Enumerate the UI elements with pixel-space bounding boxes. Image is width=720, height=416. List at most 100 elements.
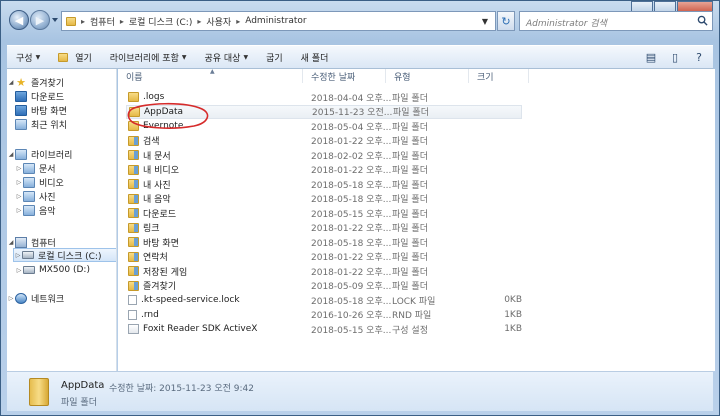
file-row[interactable]: 내 음악 2018-05-18 오후... 파일 폴더 (126, 192, 522, 206)
nav-favorites-label: 즐겨찾기 (31, 78, 65, 89)
expand-toggle-icon[interactable]: ▷ (15, 179, 23, 186)
folder-icon (128, 179, 139, 189)
preview-pane-icon[interactable]: ▯ (667, 49, 683, 65)
expand-toggle-icon[interactable]: ▷ (15, 165, 23, 172)
file-row[interactable]: 바탕 화면 2018-05-18 오후... 파일 폴더 (126, 235, 522, 249)
back-button[interactable]: ◀ (9, 10, 29, 30)
file-name: 다운로드 (143, 209, 177, 220)
file-row[interactable]: 즐겨찾기 2018-05-09 오후... 파일 폴더 (126, 279, 522, 293)
forward-button[interactable]: ▶ (30, 10, 50, 30)
file-row[interactable]: .logs 2018-04-04 오후... 파일 폴더 (126, 90, 522, 104)
expand-toggle-icon[interactable]: ▷ (15, 267, 23, 274)
expand-toggle-icon[interactable]: ▷ (15, 207, 23, 214)
burn-label: 굽기 (266, 53, 283, 64)
nav-computer[interactable]: ◢ 컴퓨터 (7, 235, 56, 249)
nav-favorites[interactable]: ◢ ★ 즐겨찾기 (7, 75, 64, 89)
nav-pictures[interactable]: ▷ 사진 (15, 189, 56, 203)
chevron-icon: ▸ (236, 16, 241, 26)
address-bar[interactable]: ▸ 컴퓨터 ▸ 로컬 디스크 (C:) ▸ 사용자 ▸ Administrato… (61, 11, 496, 31)
file-type: 파일 폴더 (392, 166, 428, 176)
help-icon[interactable]: ? (691, 49, 707, 65)
music-icon (23, 204, 35, 216)
file-row[interactable]: 저장된 게임 2018-01-22 오후... 파일 폴더 (126, 264, 522, 278)
column-header-date[interactable]: 수정한 날짜 (303, 69, 386, 83)
burn-button[interactable]: 굽기 (257, 46, 292, 68)
nav-documents[interactable]: ▷ 문서 (15, 161, 56, 175)
file-row[interactable]: .kt-speed-service.lock 2018-05-18 오후... LO… (126, 293, 522, 307)
breadcrumb-computer[interactable]: 컴퓨터 (88, 15, 117, 28)
folder-icon (128, 135, 139, 146)
column-header-name[interactable]: 이름 ▲ (118, 69, 303, 83)
nav-libraries[interactable]: ◢ 라이브러리 (7, 147, 72, 161)
nav-music[interactable]: ▷ 음악 (15, 203, 56, 217)
column-header-size[interactable]: 크기 (469, 69, 529, 83)
file-name-cell: Foxit Reader SDK ActiveX (128, 324, 257, 334)
file-icon (128, 295, 137, 305)
nav-network[interactable]: ▷ 네트워크 (7, 291, 64, 305)
file-name: .kt-speed-service.lock (141, 295, 240, 305)
file-date: 2018-05-18 오후... (311, 195, 392, 205)
search-input[interactable]: Administrator 검색 (519, 11, 713, 31)
file-name-cell: 다운로드 (128, 207, 176, 220)
address-dropdown-icon[interactable]: ▼ (477, 14, 493, 28)
column-header-type[interactable]: 유형 (386, 69, 469, 83)
view-options-icon[interactable]: ▤ (643, 49, 659, 65)
organize-button[interactable]: 구성 ▼ (7, 46, 49, 68)
expand-toggle-icon[interactable]: ◢ (7, 239, 15, 246)
file-name: 검색 (143, 137, 160, 147)
file-name-cell: 즐겨찾기 (128, 279, 176, 292)
folder-icon (128, 121, 139, 131)
file-row[interactable]: .rnd 2016-10-26 오후... RND 파일 1KB (126, 308, 522, 322)
file-row[interactable]: 내 비디오 2018-01-22 오후... 파일 폴더 (126, 163, 522, 177)
file-row[interactable]: 링크 2018-01-22 오후... 파일 폴더 (126, 221, 522, 235)
nav-videos[interactable]: ▷ 비디오 (15, 175, 64, 189)
nav-desktop[interactable]: 바탕 화면 (15, 103, 67, 117)
nav-music-label: 음악 (39, 206, 56, 217)
breadcrumb-local-disk[interactable]: 로컬 디스크 (C:) (127, 15, 194, 28)
nav-downloads[interactable]: 다운로드 (15, 89, 64, 103)
file-name: 연락처 (143, 253, 168, 263)
breadcrumb-administrator[interactable]: Administrator (243, 16, 308, 26)
expand-toggle-icon[interactable]: ▷ (14, 252, 22, 259)
refresh-button[interactable]: ↻ (497, 11, 515, 31)
file-name: 내 음악 (143, 195, 171, 205)
expand-toggle-icon[interactable]: ◢ (7, 79, 15, 86)
share-with-button[interactable]: 공유 대상 ▼ (195, 46, 257, 68)
file-name: Foxit Reader SDK ActiveX (143, 324, 258, 334)
open-button[interactable]: 열기 (49, 46, 101, 68)
file-row[interactable]: AppData 2015-11-23 오전... 파일 폴더 (126, 104, 522, 119)
videos-icon (23, 176, 35, 188)
file-row[interactable]: Foxit Reader SDK ActiveX 2018-05-15 오후...… (126, 322, 522, 336)
folder-icon (128, 266, 139, 276)
breadcrumb-users[interactable]: 사용자 (204, 15, 233, 28)
file-date: 2015-11-23 오전... (312, 108, 393, 118)
nav-recent-places[interactable]: 최근 위치 (15, 117, 67, 131)
file-row[interactable]: 연락처 2018-01-22 오후... 파일 폴더 (126, 250, 522, 264)
expand-toggle-icon[interactable]: ▷ (7, 295, 15, 302)
file-row[interactable]: Evernote 2018-05-04 오후... 파일 폴더 (126, 119, 522, 133)
file-row[interactable]: 다운로드 2018-05-15 오후... 파일 폴더 (126, 206, 522, 220)
folder-icon (128, 222, 139, 233)
expand-toggle-icon[interactable]: ▷ (15, 193, 23, 200)
file-date: 2018-02-02 오후... (311, 151, 392, 162)
file-name: Evernote (143, 121, 184, 131)
file-type: 파일 폴더 (392, 238, 428, 249)
search-icon[interactable] (697, 15, 708, 26)
nav-mx500-d[interactable]: ▷ MX500 (D:) (15, 263, 90, 277)
include-in-library-button[interactable]: 라이브러리에 포함 ▼ (101, 46, 196, 68)
dropdown-arrow-icon: ▼ (35, 53, 41, 61)
file-name: .logs (143, 92, 165, 102)
file-name: 저장된 게임 (143, 267, 188, 278)
file-date: 2018-01-22 오후... (311, 166, 392, 176)
share-with-label: 공유 대상 (204, 53, 241, 64)
file-row[interactable]: 내 문서 2018-02-02 오후... 파일 폴더 (126, 148, 522, 162)
recent-pages-dropdown[interactable] (52, 18, 58, 22)
file-row[interactable]: 내 사진 2018-05-18 오후... 파일 폴더 (126, 177, 522, 191)
file-type: 파일 폴더 (392, 282, 428, 292)
expand-toggle-icon[interactable]: ◢ (7, 151, 15, 158)
nav-local-disk-c[interactable]: ▷ 로컬 디스크 (C:) (13, 248, 116, 262)
file-type: 파일 폴더 (392, 253, 428, 263)
file-row[interactable]: 검색 2018-01-22 오후... 파일 폴더 (126, 134, 522, 148)
folder-icon (128, 164, 139, 175)
new-folder-button[interactable]: 새 폴더 (292, 46, 338, 68)
